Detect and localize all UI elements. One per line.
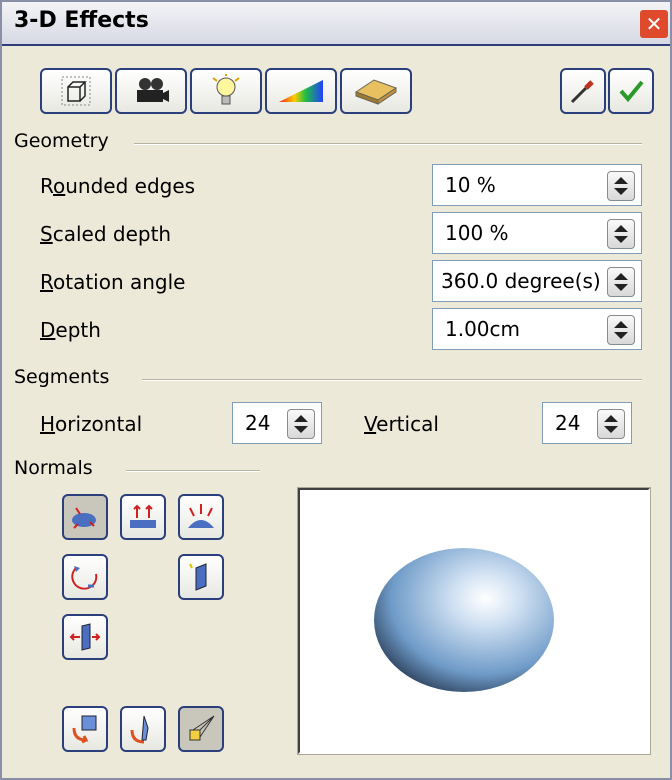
segments-divider	[142, 379, 642, 381]
vertical-segments-field[interactable]: 24	[542, 402, 632, 444]
invert-normals-icon	[71, 566, 98, 590]
rotation-angle-field[interactable]: 360.0 degree(s)	[432, 260, 642, 302]
textures-button[interactable]	[265, 68, 337, 114]
perspective-button[interactable]	[178, 706, 224, 752]
rounded-edges-label: Rounded edges	[40, 174, 196, 198]
gradient-icon	[279, 80, 323, 102]
scaled-depth-field[interactable]: 100 %	[432, 212, 642, 254]
title-bar[interactable]: 3-D Effects ✕	[2, 2, 670, 46]
spherical-normals-icon	[188, 504, 214, 528]
window-title: 3-D Effects	[14, 8, 149, 33]
depth-value: 1.00cm	[445, 317, 521, 341]
geometry-divider	[134, 143, 642, 145]
eyedropper-icon	[570, 80, 594, 104]
convert-to-lathe-button[interactable]	[120, 706, 166, 752]
flat-normals-button[interactable]	[120, 494, 166, 540]
spherical-normals-button[interactable]	[178, 494, 224, 540]
rotation-angle-value: 360.0 degree(s)	[441, 269, 601, 293]
illumination-button[interactable]	[190, 68, 262, 114]
scaled-depth-value: 100 %	[445, 221, 509, 245]
close-button[interactable]: ✕	[640, 10, 668, 38]
apply-button[interactable]	[608, 68, 654, 114]
horizontal-value: 24	[245, 411, 271, 435]
convert-to-3d-button[interactable]	[62, 706, 108, 752]
horizontal-segments-field[interactable]: 24	[232, 402, 322, 444]
close-icon: ✕	[645, 12, 663, 36]
normals-heading: Normals	[14, 457, 93, 479]
rounded-edges-field[interactable]: 10 %	[432, 164, 642, 206]
horizontal-label: Horizontal	[40, 412, 143, 436]
assign-button[interactable]	[560, 68, 606, 114]
vertical-value: 24	[555, 411, 581, 435]
convert-3d-icon	[72, 715, 97, 744]
spin-arrows-icon[interactable]	[607, 315, 635, 345]
material-icon	[354, 79, 398, 105]
light-bulb-icon	[212, 74, 240, 105]
flat-normals-icon	[130, 504, 156, 528]
rounded-edges-value: 10 %	[445, 173, 496, 197]
object-specific-normals-button[interactable]	[62, 494, 108, 540]
double-sided-button[interactable]	[62, 614, 108, 660]
normals-divider	[126, 470, 260, 472]
segments-heading: Segments	[14, 366, 110, 388]
rotation-angle-label: Rotation angle	[40, 270, 186, 294]
sphere-preview	[374, 548, 554, 692]
spin-arrows-icon[interactable]	[287, 409, 315, 439]
lathe-icon	[130, 715, 149, 744]
depth-field[interactable]: 1.00cm	[432, 308, 642, 350]
geometry-heading: Geometry	[14, 130, 109, 152]
double-sided-illumination-button[interactable]	[178, 554, 224, 600]
spin-arrows-icon[interactable]	[607, 267, 635, 297]
scaled-depth-label: Scaled depth	[40, 222, 172, 246]
camera-icon	[137, 78, 169, 102]
invert-normals-button[interactable]	[62, 554, 108, 600]
object-normals-icon	[72, 507, 96, 529]
vertical-label: Vertical	[364, 412, 439, 436]
spin-arrows-icon[interactable]	[607, 219, 635, 249]
dialog-window: 3-D Effects ✕ Geometry Rounded edges 10 …	[0, 0, 672, 780]
checkmark-icon	[619, 80, 644, 103]
geometry-button[interactable]	[40, 68, 112, 114]
material-button[interactable]	[340, 68, 412, 114]
depth-label: Depth	[40, 318, 101, 342]
spin-arrows-icon[interactable]	[597, 409, 625, 439]
double-sided-arrows-icon	[69, 623, 101, 651]
spin-arrows-icon[interactable]	[607, 171, 635, 201]
cube-outline-icon	[61, 76, 91, 106]
shading-button[interactable]	[115, 68, 187, 114]
preview-pane	[297, 487, 651, 755]
double-sided-icon	[189, 563, 207, 591]
perspective-icon	[189, 715, 215, 741]
